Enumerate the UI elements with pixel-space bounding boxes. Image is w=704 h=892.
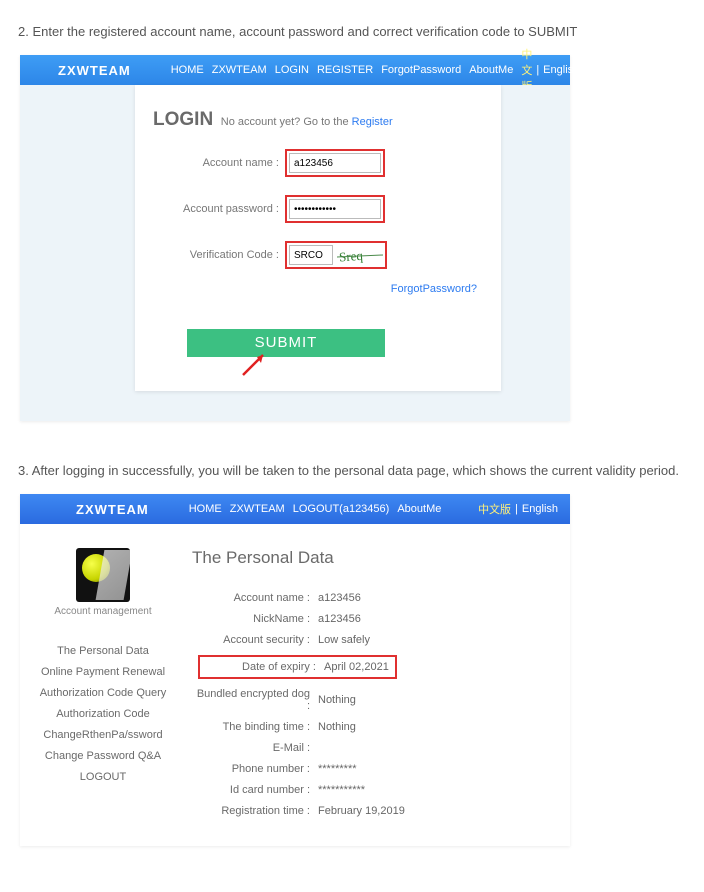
forgot-password-link[interactable]: ForgotPassword? xyxy=(391,283,477,295)
sidebar-item[interactable]: Authorization Code Query xyxy=(20,687,186,699)
verification-code-label: Verification Code : xyxy=(153,249,285,261)
sidebar-item[interactable]: ChangeRthenPa/ssword xyxy=(20,729,186,741)
nav-about[interactable]: AboutMe xyxy=(469,64,513,76)
row-value: April 02,2021 xyxy=(324,661,389,673)
verification-code-input[interactable] xyxy=(289,245,333,265)
top-nav-1: ZXWTEAM HOME ZXWTEAM LOGIN REGISTER Forg… xyxy=(20,55,570,85)
row-value: ********* xyxy=(318,763,357,775)
data-row: Account security :Low safely xyxy=(192,634,560,646)
submit-button[interactable]: SUBMIT xyxy=(187,329,385,357)
row-label: Account security : xyxy=(192,634,318,646)
row-label: NickName : xyxy=(192,613,318,625)
nav2-logout[interactable]: LOGOUT(a123456) xyxy=(293,503,390,515)
personal-data-title: The Personal Data xyxy=(192,548,560,568)
lang-switch-2[interactable]: 中文版 | English xyxy=(478,501,558,517)
nav-register[interactable]: REGISTER xyxy=(317,64,373,76)
login-panel: LOGIN No account yet? Go to the Register… xyxy=(135,85,501,391)
account-password-highlight xyxy=(285,195,385,223)
row-value: Nothing xyxy=(318,694,356,706)
row-label: The binding time : xyxy=(192,721,318,733)
account-name-label: Account name : xyxy=(153,157,285,169)
nav2-zxwteam[interactable]: ZXWTEAM xyxy=(230,503,285,515)
expiry-highlight: Date of expiry :April 02,2021 xyxy=(198,655,397,679)
brand-logo-2: ZXWTEAM xyxy=(76,502,149,517)
avatar[interactable] xyxy=(76,548,130,602)
sidebar-item[interactable]: Online Payment Renewal xyxy=(20,666,186,678)
row-label: E-Mail : xyxy=(192,742,318,754)
sidebar: Account management The Personal Data Onli… xyxy=(20,524,186,846)
step-2-text: 2. Enter the registered account name, ac… xyxy=(18,24,686,39)
nav-forgot[interactable]: ForgotPassword xyxy=(381,64,461,76)
row-value: a123456 xyxy=(318,613,361,625)
lang-en-2[interactable]: English xyxy=(522,503,558,515)
lang-en[interactable]: English xyxy=(543,64,579,76)
sidebar-item[interactable]: The Personal Data xyxy=(20,645,186,657)
login-title: LOGIN xyxy=(153,109,213,130)
nav2-home[interactable]: HOME xyxy=(189,503,222,515)
nav-login[interactable]: LOGIN xyxy=(275,64,309,76)
row-label: Bundled encrypted dog : xyxy=(192,688,318,712)
data-row: Date of expiry :April 02,2021 xyxy=(192,655,560,679)
data-row: E-Mail : xyxy=(192,742,560,754)
lang-sep: | xyxy=(536,64,539,76)
data-row: Id card number :*********** xyxy=(192,784,560,796)
row-label: Registration time : xyxy=(192,805,318,817)
verification-code-highlight: Sreq xyxy=(285,241,387,269)
row-label: Date of expiry : xyxy=(206,661,324,673)
data-row: The binding time :Nothing xyxy=(192,721,560,733)
sidebar-caption: Account management xyxy=(20,606,186,617)
data-row: NickName :a123456 xyxy=(192,613,560,625)
arrow-annotation-icon xyxy=(241,351,271,380)
row-value: a123456 xyxy=(318,592,361,604)
personal-data-panel: The Personal Data Account name :a123456N… xyxy=(186,524,570,846)
nav-zxwteam[interactable]: ZXWTEAM xyxy=(212,64,267,76)
nav2-about[interactable]: AboutMe xyxy=(397,503,441,515)
top-nav-2: ZXWTEAM HOME ZXWTEAM LOGOUT(a123456) Abo… xyxy=(20,494,570,524)
data-row: Account name :a123456 xyxy=(192,592,560,604)
row-value: *********** xyxy=(318,784,365,796)
row-value: February 19,2019 xyxy=(318,805,405,817)
data-row: Phone number :********* xyxy=(192,763,560,775)
lang-cn-2[interactable]: 中文版 xyxy=(478,501,511,517)
sidebar-item[interactable]: Change Password Q&A xyxy=(20,750,186,762)
personal-data-screenshot: ZXWTEAM HOME ZXWTEAM LOGOUT(a123456) Abo… xyxy=(20,494,570,846)
account-name-highlight xyxy=(285,149,385,177)
data-row: Registration time :February 19,2019 xyxy=(192,805,560,817)
row-label: Phone number : xyxy=(192,763,318,775)
row-label: Account name : xyxy=(192,592,318,604)
sidebar-item[interactable]: LOGOUT xyxy=(20,771,186,783)
nav-home[interactable]: HOME xyxy=(171,64,204,76)
account-name-input[interactable] xyxy=(289,153,381,173)
login-subtitle: No account yet? Go to the Register xyxy=(221,116,393,128)
captcha-image[interactable]: Sreq xyxy=(337,247,383,263)
row-label: Id card number : xyxy=(192,784,318,796)
sidebar-item[interactable]: Authorization Code xyxy=(20,708,186,720)
row-value: Low safely xyxy=(318,634,370,646)
brand-logo: ZXWTEAM xyxy=(58,63,131,78)
login-screenshot: ZXWTEAM HOME ZXWTEAM LOGIN REGISTER Forg… xyxy=(20,55,570,421)
register-link[interactable]: Register xyxy=(352,116,393,128)
row-value: Nothing xyxy=(318,721,356,733)
step-3-text: 3. After logging in successfully, you wi… xyxy=(18,463,686,478)
svg-text:Sreq: Sreq xyxy=(339,248,364,263)
account-password-input[interactable] xyxy=(289,199,381,219)
data-row: Bundled encrypted dog :Nothing xyxy=(192,688,560,712)
account-password-label: Account password : xyxy=(153,203,285,215)
